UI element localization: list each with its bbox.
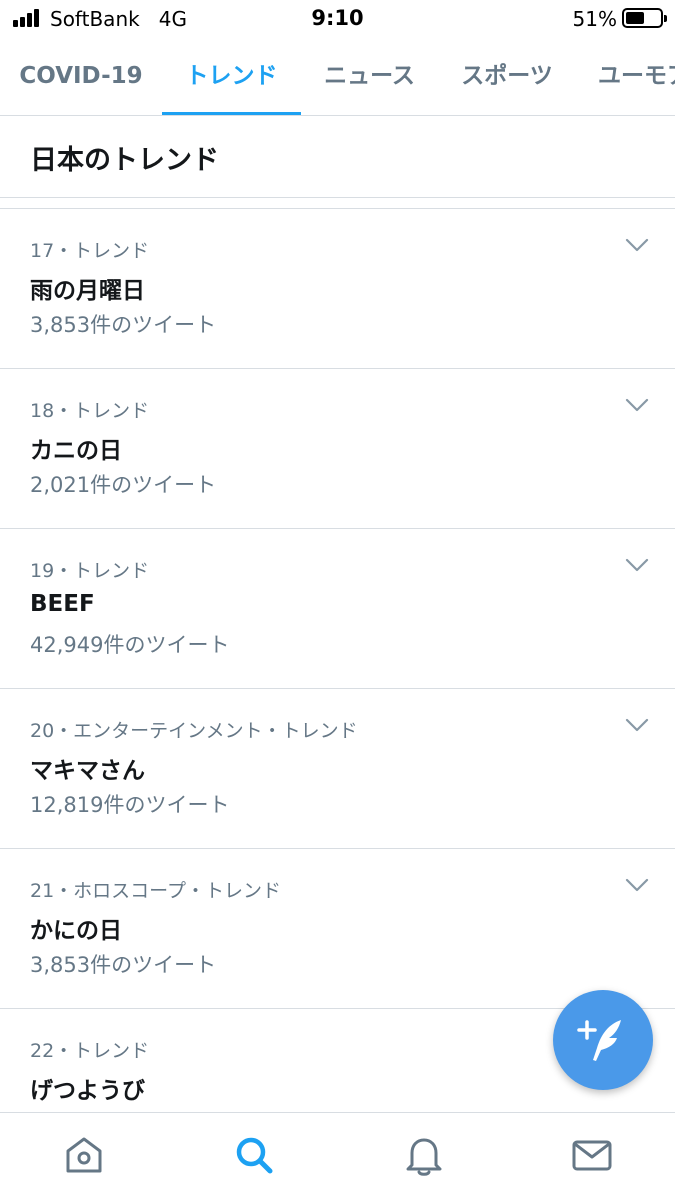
tab-sports[interactable]: スポーツ <box>438 38 576 115</box>
tab-trends[interactable]: トレンド <box>162 38 301 115</box>
trend-meta: 17・トレンド <box>30 240 150 262</box>
trend-tweet-count: 2,021件のツイート <box>30 473 217 497</box>
battery-percent: 51% <box>572 7 617 31</box>
trend-item[interactable]: 19・トレンド BEEF 42,949件のツイート <box>0 529 675 689</box>
compose-tweet-button[interactable] <box>553 990 653 1090</box>
trend-tweet-count: 42,949件のツイート <box>30 633 230 657</box>
bottom-nav <box>0 1112 675 1200</box>
trend-item[interactable]: 17・トレンド 雨の月曜日 3,853件のツイート <box>0 209 675 369</box>
messages-envelope-icon[interactable] <box>570 1133 614 1177</box>
trend-meta: 18・トレンド <box>30 400 150 422</box>
trend-name: 雨の月曜日 <box>30 278 145 304</box>
trend-tweet-count: 3,853件のツイート <box>30 953 217 977</box>
home-icon[interactable] <box>62 1133 106 1177</box>
trend-item[interactable]: 20・エンターテインメント・トレンド マキマさん 12,819件のツイート <box>0 689 675 849</box>
trend-name: BEEF <box>30 591 95 617</box>
trend-name: カニの日 <box>30 438 122 464</box>
trend-name: かにの日 <box>30 918 122 944</box>
section-header: 日本のトレンド <box>0 116 675 198</box>
battery-icon <box>622 8 667 28</box>
status-bar: SoftBank 4G 9:10 51% <box>0 0 675 38</box>
trend-meta: 22・トレンド <box>30 1040 150 1062</box>
chevron-down-icon[interactable] <box>625 237 649 253</box>
trend-item[interactable]: 21・ホロスコープ・トレンド かにの日 3,853件のツイート <box>0 849 675 1009</box>
chevron-down-icon[interactable] <box>625 557 649 573</box>
tab-news[interactable]: ニュース <box>301 38 438 115</box>
trend-item[interactable]: 18・トレンド カニの日 2,021件のツイート <box>0 369 675 529</box>
search-icon[interactable] <box>232 1133 276 1177</box>
notifications-bell-icon[interactable] <box>402 1133 446 1177</box>
tab-humor[interactable]: ユーモア <box>576 38 675 115</box>
explore-tabs: COVID-19 トレンド ニュース スポーツ ユーモア <box>0 38 675 116</box>
trend-name: げつようび <box>30 1078 145 1104</box>
trend-name: マキマさん <box>30 758 145 784</box>
compose-tweet-icon <box>577 1020 621 1061</box>
chevron-down-icon[interactable] <box>625 717 649 733</box>
trend-meta: 19・トレンド <box>30 560 150 582</box>
trend-tweet-count: 3,853件のツイート <box>30 313 217 337</box>
chevron-down-icon[interactable] <box>625 877 649 893</box>
trend-tweet-count: 12,819件のツイート <box>30 793 230 817</box>
section-title: 日本のトレンド <box>30 145 219 176</box>
trend-meta: 20・エンターテインメント・トレンド <box>30 720 358 742</box>
section-divider <box>0 198 675 209</box>
trend-meta: 21・ホロスコープ・トレンド <box>30 880 282 902</box>
trend-list: 17・トレンド 雨の月曜日 3,853件のツイート 18・トレンド カニの日 2… <box>0 209 675 1112</box>
chevron-down-icon[interactable] <box>625 397 649 413</box>
tab-covid-19[interactable]: COVID-19 <box>0 38 162 115</box>
